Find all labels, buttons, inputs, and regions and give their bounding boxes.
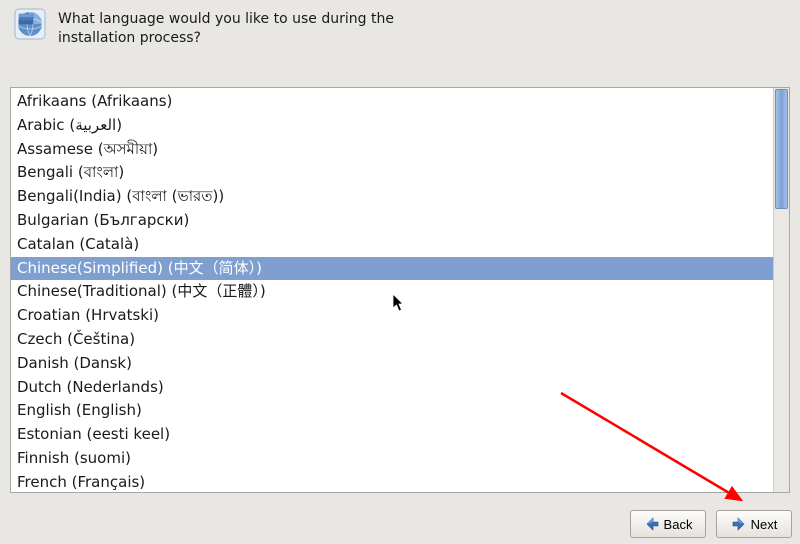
language-item[interactable]: English (English) xyxy=(15,399,773,423)
language-item[interactable]: Chinese(Traditional) (中文（正體）) xyxy=(15,280,773,304)
back-label: Back xyxy=(664,517,693,532)
language-item[interactable]: Bengali (বাংলা) xyxy=(15,161,773,185)
flag-icon xyxy=(14,8,46,40)
language-item[interactable]: Arabic (العربية) xyxy=(15,114,773,138)
language-list-container: Afrikaans (Afrikaans)Arabic (العربية)Ass… xyxy=(10,87,790,493)
language-item[interactable]: Danish (Dansk) xyxy=(15,352,773,376)
language-item[interactable]: Afrikaans (Afrikaans) xyxy=(15,90,773,114)
language-item[interactable]: Bulgarian (Български) xyxy=(15,209,773,233)
next-button[interactable]: Next xyxy=(716,510,792,538)
arrow-left-icon xyxy=(644,516,660,532)
language-item[interactable]: Czech (Čeština) xyxy=(15,328,773,352)
language-item[interactable]: Estonian (eesti keel) xyxy=(15,423,773,447)
language-item[interactable]: Finnish (suomi) xyxy=(15,447,773,471)
arrow-right-icon xyxy=(731,516,747,532)
language-item[interactable]: Dutch (Nederlands) xyxy=(15,376,773,400)
scrollbar-thumb[interactable] xyxy=(775,89,788,209)
back-button[interactable]: Back xyxy=(630,510,706,538)
language-item[interactable]: French (Français) xyxy=(15,471,773,492)
language-item[interactable]: Bengali(India) (বাংলা (ভারত)) xyxy=(15,185,773,209)
language-item[interactable]: Croatian (Hrvatski) xyxy=(15,304,773,328)
next-label: Next xyxy=(751,517,778,532)
install-prompt: What language would you like to use duri… xyxy=(58,8,398,48)
language-item[interactable]: Catalan (Català) xyxy=(15,233,773,257)
header: What language would you like to use duri… xyxy=(0,0,800,48)
scrollbar[interactable] xyxy=(773,88,789,492)
button-bar: Back Next xyxy=(630,510,792,538)
language-item[interactable]: Assamese (অসমীয়া) xyxy=(15,138,773,162)
language-item[interactable]: Chinese(Simplified) (中文（简体）) xyxy=(11,257,773,281)
language-list[interactable]: Afrikaans (Afrikaans)Arabic (العربية)Ass… xyxy=(11,88,773,492)
